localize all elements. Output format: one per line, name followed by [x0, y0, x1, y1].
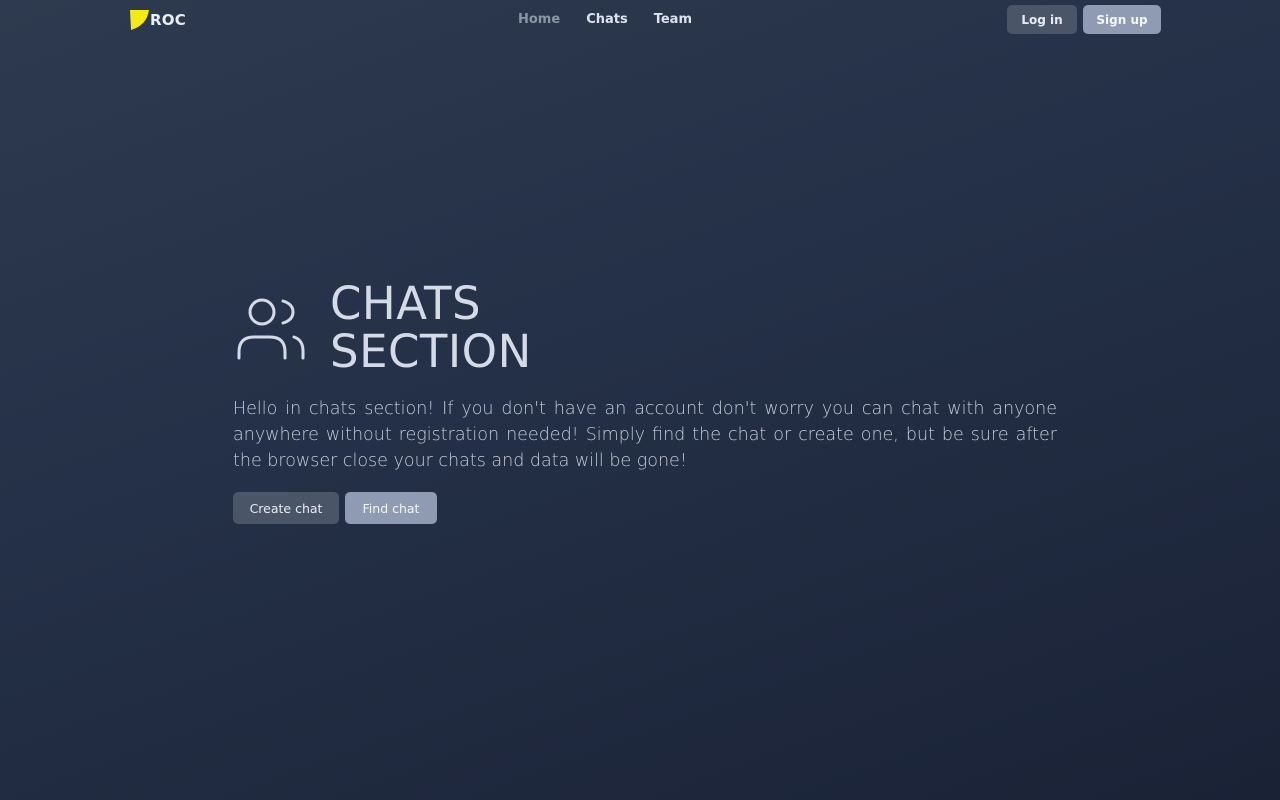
users-icon [237, 298, 305, 360]
nav-link-team[interactable]: Team [654, 11, 692, 28]
logo-mark-icon [130, 10, 149, 30]
page-title: CHATS SECTION [330, 280, 532, 376]
signup-button[interactable]: Sign up [1083, 5, 1161, 34]
hero-description: Hello in chats section! If you don't hav… [233, 399, 1057, 471]
login-button[interactable]: Log in [1007, 5, 1077, 34]
nav-link-home[interactable]: Home [518, 11, 560, 28]
brand-name: ROC [150, 11, 186, 29]
title-line-2: SECTION [330, 325, 532, 378]
nav-link-chats[interactable]: Chats [586, 11, 628, 28]
brand-logo[interactable]: ROC [129, 10, 186, 30]
title-line-1: CHATS [330, 277, 482, 330]
create-chat-button[interactable]: Create chat [233, 492, 339, 524]
find-chat-button[interactable]: Find chat [345, 492, 437, 524]
top-navbar: ROC Home Chats Team Log in Sign up [0, 0, 1280, 40]
main-nav: Home Chats Team [518, 11, 718, 28]
